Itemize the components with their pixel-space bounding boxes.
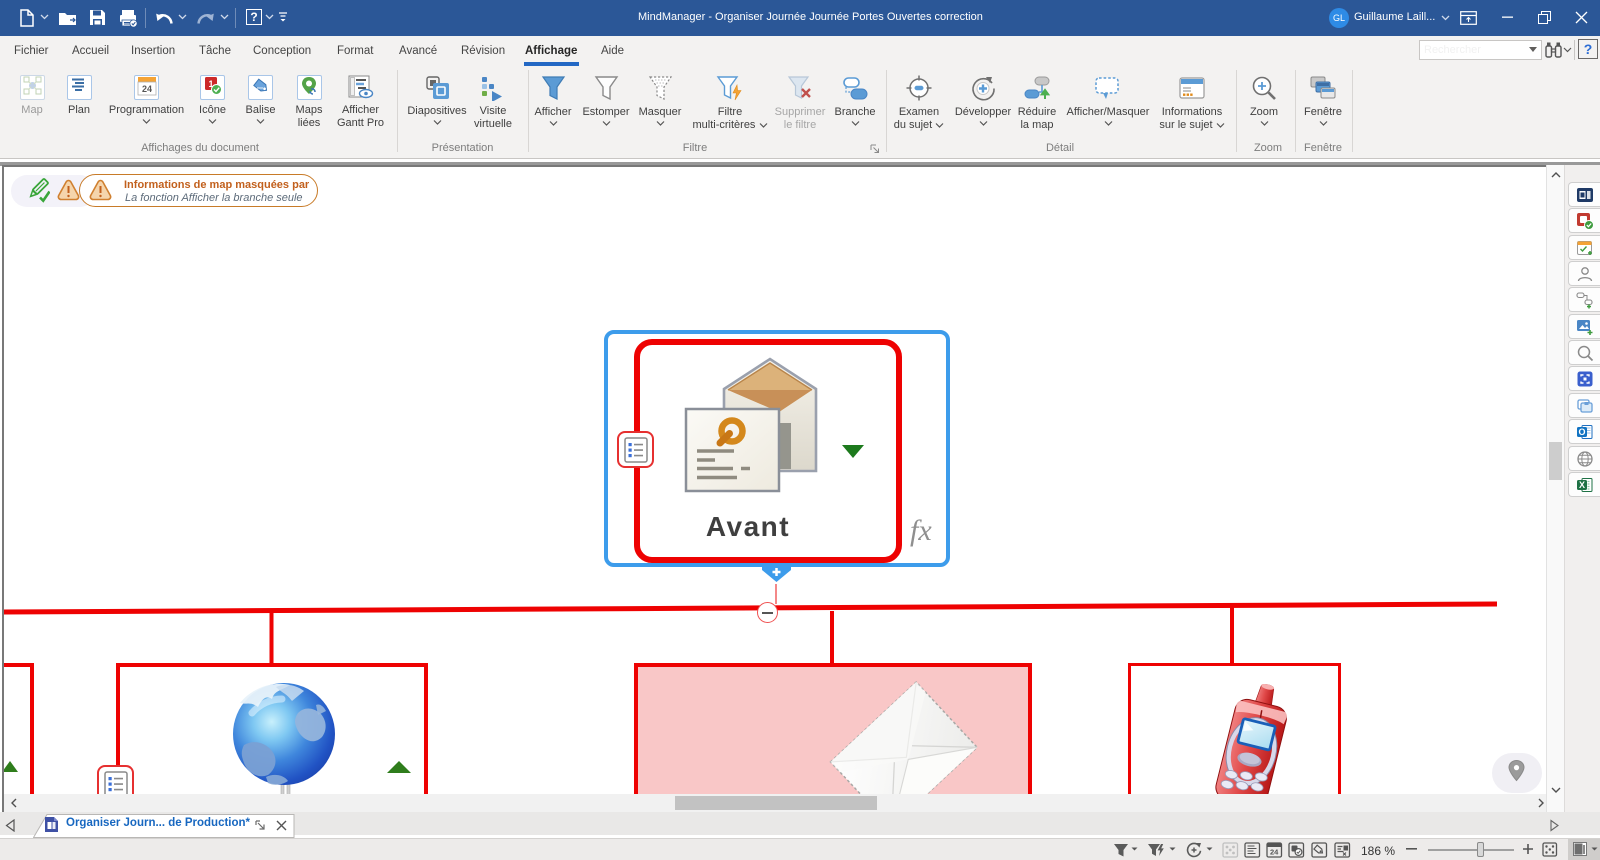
svg-text:O: O [1578,427,1585,437]
svg-text:24: 24 [141,84,151,94]
svg-text:X: X [1579,480,1585,490]
svg-text:24: 24 [1270,848,1279,857]
